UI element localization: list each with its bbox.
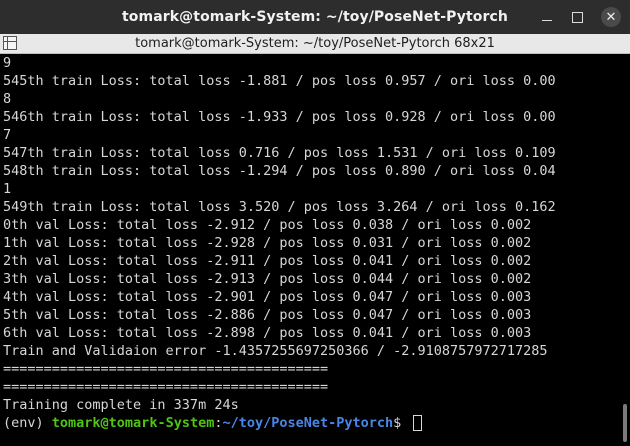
output-line: 549th train Loss: total loss 3.520 / pos… bbox=[3, 199, 556, 215]
window-title: tomark@tomark-System: ~/toy/PoseNet-Pyto… bbox=[122, 9, 508, 25]
minimize-button[interactable] bbox=[532, 0, 562, 34]
output-line: 8 bbox=[3, 91, 12, 107]
terminal-scrollbar[interactable] bbox=[620, 54, 630, 446]
prompt-symbol: $ bbox=[393, 415, 410, 431]
output-line: 2th val Loss: total loss -2.911 / pos lo… bbox=[3, 253, 532, 269]
output-line: 5th val Loss: total loss -2.886 / pos lo… bbox=[3, 307, 532, 323]
close-button[interactable]: ✕ bbox=[596, 0, 626, 34]
minimize-icon bbox=[542, 19, 552, 21]
output-line: 545th train Loss: total loss -1.881 / po… bbox=[3, 73, 556, 89]
output-line: 1 bbox=[3, 181, 12, 197]
maximize-icon bbox=[571, 11, 583, 23]
terminal-output[interactable]: 9 545th train Loss: total loss -1.881 / … bbox=[0, 54, 620, 446]
output-line: 4th val Loss: total loss -2.901 / pos lo… bbox=[3, 289, 532, 305]
scrollbar-thumb[interactable] bbox=[623, 404, 627, 442]
prompt-user-host: tomark@tomark-System bbox=[51, 415, 215, 431]
text-cursor bbox=[413, 415, 423, 431]
output-line: ======================================== bbox=[3, 361, 329, 377]
maximize-button[interactable] bbox=[562, 0, 592, 34]
output-line: 7 bbox=[3, 127, 12, 143]
output-line: 1th val Loss: total loss -2.928 / pos lo… bbox=[3, 235, 532, 251]
output-line: 548th train Loss: total loss -1.294 / po… bbox=[3, 163, 556, 179]
output-line: 6th val Loss: total loss -2.898 / pos lo… bbox=[3, 325, 532, 341]
prompt-path: ~/toy/PoseNet-Pytorch bbox=[222, 415, 394, 431]
output-line: 547th train Loss: total loss 0.716 / pos… bbox=[3, 145, 556, 161]
output-line: Train and Validaion error -1.43572556972… bbox=[3, 343, 548, 359]
tab-title[interactable]: tomark@tomark-System: ~/toy/PoseNet-Pyto… bbox=[135, 36, 495, 51]
output-line: Training complete in 337m 24s bbox=[3, 397, 239, 413]
output-line: 9 bbox=[3, 55, 12, 71]
tab-bar: tomark@tomark-System: ~/toy/PoseNet-Pyto… bbox=[0, 34, 630, 54]
command-prompt[interactable]: (env) tomark@tomark-System:~/toy/PoseNet… bbox=[3, 414, 620, 432]
output-line: 3th val Loss: total loss -2.913 / pos lo… bbox=[3, 271, 532, 287]
output-line: 546th train Loss: total loss -1.933 / po… bbox=[3, 109, 556, 125]
title-bar[interactable]: tomark@tomark-System: ~/toy/PoseNet-Pyto… bbox=[0, 0, 630, 34]
split-terminal-icon[interactable] bbox=[3, 36, 17, 50]
close-icon: ✕ bbox=[601, 7, 621, 27]
prompt-env: (env) bbox=[3, 415, 52, 431]
output-line: ======================================== bbox=[3, 379, 329, 395]
output-line: 0th val Loss: total loss -2.912 / pos lo… bbox=[3, 217, 532, 233]
terminal-window: tomark@tomark-System: ~/toy/PoseNet-Pyto… bbox=[0, 0, 630, 446]
